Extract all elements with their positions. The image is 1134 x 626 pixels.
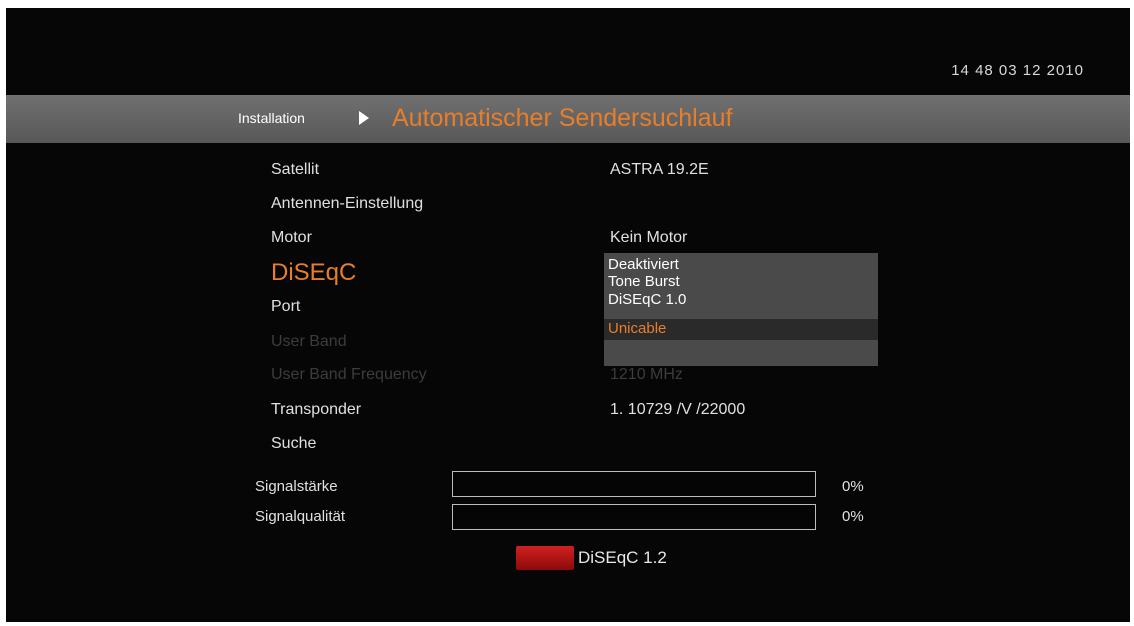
menu-item-motor[interactable]: Motor bbox=[271, 229, 312, 247]
dropdown-option-diseqc-1-0[interactable]: DiSEqC 1.0 bbox=[608, 291, 686, 308]
menu-item-user-band-frequency: User Band Frequency bbox=[271, 366, 427, 383]
signal-quality-bar bbox=[452, 504, 816, 530]
menu-item-transponder[interactable]: Transponder bbox=[271, 401, 361, 419]
breadcrumb[interactable]: Installation bbox=[238, 110, 305, 126]
clock: 14 48 03 12 2010 bbox=[951, 62, 1084, 79]
dropdown-option-deaktiviert[interactable]: Deaktiviert bbox=[608, 256, 679, 273]
diseqc-dropdown[interactable]: Deaktiviert Tone Burst DiSEqC 1.0 Unicab… bbox=[604, 253, 878, 366]
transponder-value[interactable]: 1. 10729 /V /22000 bbox=[610, 401, 745, 419]
menu-item-user-band: User Band bbox=[271, 333, 347, 350]
title-bar: Installation Automatischer Sendersuchlau… bbox=[6, 95, 1130, 143]
tv-screen: 14 48 03 12 2010 Installation Automatisc… bbox=[6, 8, 1130, 622]
signal-strength-bar bbox=[452, 471, 816, 497]
satellit-value[interactable]: ASTRA 19.2E bbox=[610, 161, 709, 179]
menu-item-suche[interactable]: Suche bbox=[271, 435, 316, 453]
menu-item-port[interactable]: Port bbox=[271, 298, 300, 316]
menu-item-satellit[interactable]: Satellit bbox=[271, 161, 319, 179]
red-key-button[interactable] bbox=[516, 546, 574, 570]
dropdown-option-unicable[interactable]: Unicable bbox=[604, 319, 878, 340]
dropdown-option-tone-burst[interactable]: Tone Burst bbox=[608, 273, 680, 290]
signal-strength-value: 0% bbox=[842, 478, 864, 495]
play-arrow-icon bbox=[359, 111, 369, 125]
page-title: Automatischer Sendersuchlauf bbox=[392, 104, 733, 132]
signal-strength-label: Signalstärke bbox=[255, 478, 338, 495]
user-band-frequency-value: 1210 MHz bbox=[610, 366, 683, 383]
dropdown-option-unicable-label: Unicable bbox=[608, 320, 667, 337]
signal-quality-label: Signalqualität bbox=[255, 508, 346, 525]
menu-item-diseqc[interactable]: DiSEqC bbox=[271, 259, 356, 287]
signal-quality-value: 0% bbox=[842, 508, 864, 525]
motor-value[interactable]: Kein Motor bbox=[610, 229, 687, 247]
red-key-label[interactable]: DiSEqC 1.2 bbox=[578, 548, 667, 568]
menu-item-antennen-einstellung[interactable]: Antennen-Einstellung bbox=[271, 195, 423, 213]
